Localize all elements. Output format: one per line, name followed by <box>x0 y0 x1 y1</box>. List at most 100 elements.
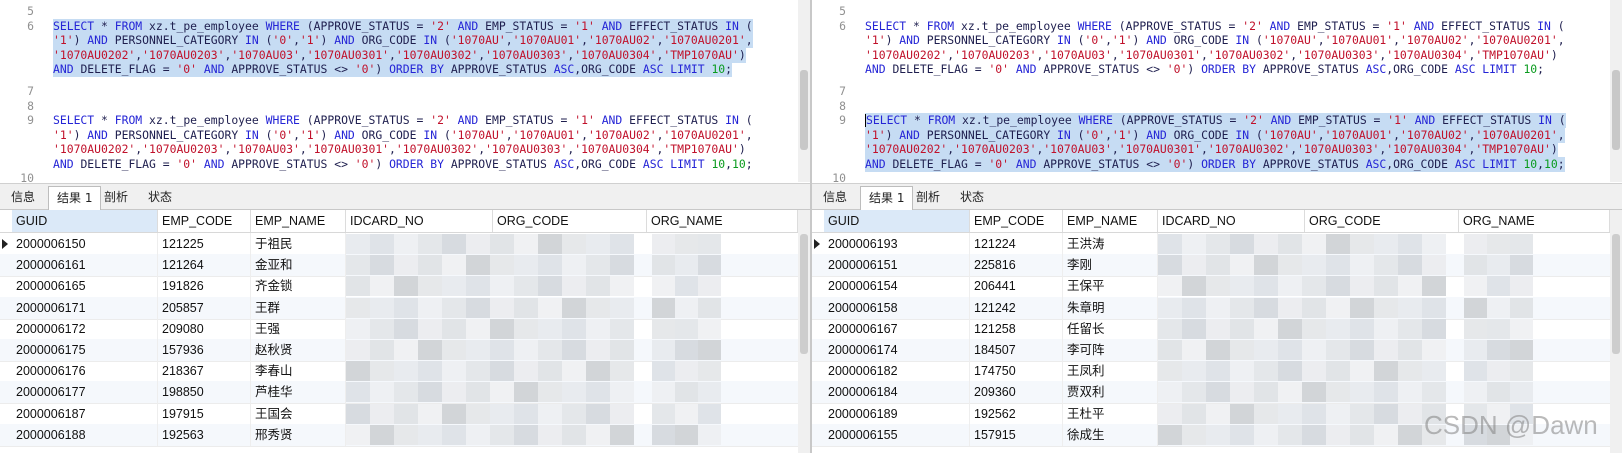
cell-emp-name[interactable]: 芦桂华 <box>251 381 346 404</box>
cell-emp-name[interactable]: 齐金锁 <box>251 275 346 298</box>
grid-scrollbar[interactable] <box>1610 210 1622 453</box>
sql-code-line[interactable]: '1') AND PERSONNEL_CATEGORY IN ('0','1')… <box>865 33 1565 48</box>
table-row[interactable]: 2000006174 184507 李可阵 <box>812 339 1610 362</box>
editor-scroll-thumb[interactable] <box>800 70 808 150</box>
table-row[interactable]: 2000006158 121242 朱章明 <box>812 296 1610 320</box>
sql-code-line[interactable]: SELECT * FROM xz.t_pe_employee WHERE (AP… <box>53 19 753 34</box>
tab-profile[interactable]: 剖析 <box>96 186 136 208</box>
cell-guid[interactable]: 2000006182 <box>824 360 970 383</box>
cell-emp-code[interactable]: 121258 <box>970 317 1063 340</box>
column-header-emp-code[interactable]: EMP_CODE <box>970 210 1063 232</box>
cell-guid[interactable]: 2000006172 <box>12 317 158 340</box>
table-row[interactable]: 2000006193 121224 王洪涛 <box>812 233 1610 256</box>
cell-emp-name[interactable]: 王保平 <box>1063 275 1158 298</box>
cell-guid[interactable]: 2000006171 <box>12 296 158 319</box>
table-row[interactable]: 2000006176 218367 李春山 <box>0 360 798 384</box>
column-header-guid[interactable]: GUID <box>824 210 970 232</box>
table-row[interactable]: 2000006151 225816 李刚 <box>812 254 1610 278</box>
cell-emp-code[interactable]: 157936 <box>158 339 251 361</box>
sql-code-line[interactable]: '1') AND PERSONNEL_CATEGORY IN ('0','1')… <box>53 33 753 48</box>
sql-code-line[interactable]: '1070AU0202','1070AU0203','1070AU03','10… <box>53 142 746 157</box>
table-row[interactable]: 2000006171 205857 王群 <box>0 296 798 320</box>
tab-info[interactable]: 信息 <box>3 186 43 208</box>
cell-emp-code[interactable]: 121242 <box>970 296 1063 319</box>
table-row[interactable]: 2000006172 209080 王强 <box>0 317 798 341</box>
table-row[interactable]: 2000006165 191826 齐金锁 <box>0 275 798 299</box>
tab-info[interactable]: 信息 <box>815 186 855 208</box>
cell-emp-code[interactable]: 121224 <box>970 233 1063 255</box>
sql-code-line[interactable]: AND DELETE_FLAG = '0' AND APPROVE_STATUS… <box>53 62 733 77</box>
table-row[interactable]: 2000006177 198850 芦桂华 <box>0 381 798 405</box>
cell-emp-code[interactable]: 197915 <box>158 402 251 425</box>
cell-guid[interactable]: 2000006175 <box>12 339 158 361</box>
cell-emp-name[interactable]: 邢秀贤 <box>251 423 346 446</box>
cell-guid[interactable]: 2000006161 <box>12 254 158 277</box>
table-row[interactable]: 2000006188 192563 邢秀贤 <box>0 423 798 447</box>
cell-emp-name[interactable]: 王国会 <box>251 402 346 425</box>
cell-emp-code[interactable]: 206441 <box>970 275 1063 298</box>
cell-emp-name[interactable]: 王杜平 <box>1063 402 1158 425</box>
grid-scroll-thumb[interactable] <box>1612 234 1620 354</box>
cell-emp-name[interactable]: 贾双利 <box>1063 381 1158 404</box>
cell-emp-code[interactable]: 209080 <box>158 317 251 340</box>
cell-emp-code[interactable]: 121225 <box>158 233 251 255</box>
cell-emp-name[interactable]: 王群 <box>251 296 346 319</box>
editor-scrollbar[interactable] <box>798 0 810 182</box>
cell-emp-name[interactable]: 王凤利 <box>1063 360 1158 383</box>
cell-guid[interactable]: 2000006154 <box>824 275 970 298</box>
cell-guid[interactable]: 2000006184 <box>824 381 970 404</box>
cell-emp-name[interactable]: 朱章明 <box>1063 296 1158 319</box>
sql-code-line[interactable]: '1') AND PERSONNEL_CATEGORY IN ('0','1')… <box>865 128 1565 143</box>
cell-emp-code[interactable]: 121264 <box>158 254 251 277</box>
cell-guid[interactable]: 2000006150 <box>12 233 158 255</box>
sql-code-line[interactable]: SELECT * FROM xz.t_pe_employee WHERE (AP… <box>53 113 753 128</box>
column-header-idcard-no[interactable]: IDCARD_NO <box>346 210 493 232</box>
column-header-guid[interactable]: GUID <box>12 210 158 232</box>
cell-guid[interactable]: 2000006189 <box>824 402 970 425</box>
cell-emp-code[interactable]: 205857 <box>158 296 251 319</box>
sql-code-line[interactable]: '1070AU0202','1070AU0203','1070AU03','10… <box>865 48 1558 63</box>
sql-code-line[interactable]: AND DELETE_FLAG = '0' AND APPROVE_STATUS… <box>53 157 753 172</box>
column-header-org-code[interactable]: ORG_CODE <box>493 210 647 232</box>
cell-guid[interactable]: 2000006158 <box>824 296 970 319</box>
cell-emp-name[interactable]: 王强 <box>251 317 346 340</box>
cell-emp-code[interactable]: 184507 <box>970 339 1063 361</box>
cell-emp-code[interactable]: 198850 <box>158 381 251 404</box>
sql-editor[interactable]: 5 6 SELECT * FROM xz.t_pe_employee WHERE (… <box>812 0 1610 182</box>
cell-guid[interactable]: 2000006193 <box>824 233 970 255</box>
cell-emp-code[interactable]: 174750 <box>970 360 1063 383</box>
column-header-emp-name[interactable]: EMP_NAME <box>1063 210 1158 232</box>
table-row[interactable]: 2000006161 121264 金亚和 <box>0 254 798 278</box>
cell-guid[interactable]: 2000006187 <box>12 402 158 425</box>
sql-code-line[interactable]: SELECT * FROM xz.t_pe_employee WHERE (AP… <box>865 113 1566 128</box>
sql-editor[interactable]: 5 6 SELECT * FROM xz.t_pe_employee WHERE (… <box>0 0 798 182</box>
cell-emp-code[interactable]: 192563 <box>158 423 251 446</box>
table-row[interactable]: 2000006187 197915 王国会 <box>0 402 798 426</box>
table-row[interactable]: 2000006184 209360 贾双利 <box>812 381 1610 405</box>
cell-emp-code[interactable]: 192562 <box>970 402 1063 425</box>
table-row[interactable]: 2000006150 121225 于祖民 <box>0 233 798 256</box>
column-header-idcard-no[interactable]: IDCARD_NO <box>1158 210 1305 232</box>
sql-code-line[interactable]: AND DELETE_FLAG = '0' AND APPROVE_STATUS… <box>865 157 1565 172</box>
tab-status[interactable]: 状态 <box>140 186 180 208</box>
cell-emp-name[interactable]: 于祖民 <box>251 233 346 255</box>
cell-emp-name[interactable]: 李春山 <box>251 360 346 383</box>
tab-result-1[interactable]: 结果 1 <box>48 186 102 210</box>
cell-emp-code[interactable]: 209360 <box>970 381 1063 404</box>
column-header-emp-name[interactable]: EMP_NAME <box>251 210 346 232</box>
table-row[interactable]: 2000006182 174750 王凤利 <box>812 360 1610 384</box>
column-header-emp-code[interactable]: EMP_CODE <box>158 210 251 232</box>
cell-guid[interactable]: 2000006155 <box>824 423 970 446</box>
table-row[interactable]: 2000006167 121258 任留长 <box>812 317 1610 341</box>
cell-guid[interactable]: 2000006176 <box>12 360 158 383</box>
sql-code-line[interactable]: '1') AND PERSONNEL_CATEGORY IN ('0','1')… <box>53 128 753 143</box>
editor-scroll-thumb[interactable] <box>1612 70 1620 150</box>
cell-guid[interactable]: 2000006188 <box>12 423 158 446</box>
cell-emp-code[interactable]: 218367 <box>158 360 251 383</box>
cell-emp-code[interactable]: 191826 <box>158 275 251 298</box>
sql-code-line[interactable]: SELECT * FROM xz.t_pe_employee WHERE (AP… <box>865 19 1565 34</box>
tab-status[interactable]: 状态 <box>952 186 992 208</box>
column-header-org-code[interactable]: ORG_CODE <box>1305 210 1459 232</box>
table-row[interactable]: 2000006175 157936 赵秋贤 <box>0 339 798 362</box>
cell-emp-name[interactable]: 李可阵 <box>1063 339 1158 361</box>
